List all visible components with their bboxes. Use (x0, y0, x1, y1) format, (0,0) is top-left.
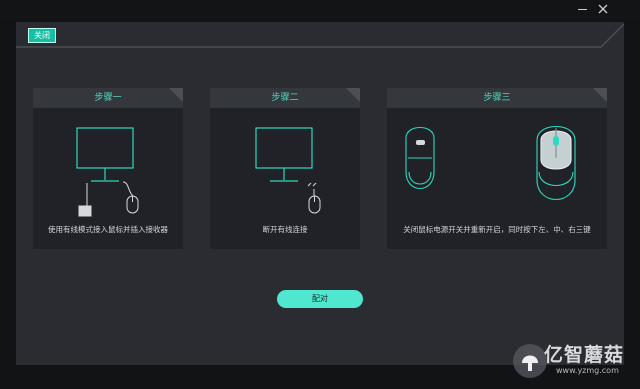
pair-button[interactable]: 配对 (277, 290, 363, 308)
mouse-icon (122, 181, 139, 214)
step-title-3: 步骤三 (387, 88, 607, 108)
step-caption-1: 使用有线模式接入鼠标并插入接收器 (48, 225, 168, 234)
watermark-url: www.yzmg.com (556, 366, 619, 375)
usb-receiver-icon (78, 183, 92, 217)
step-card-3: 步骤三 关闭鼠标电源开关并重新开启，同时按下左、中、右三键 (387, 88, 607, 249)
wired-mouse-icon (307, 182, 321, 214)
pairing-dialog: 关闭 步骤一 使用有线模式接入鼠标并插入接收器 步骤二 断开有线连接 步骤三 关… (16, 22, 624, 365)
mouse-bottom-view-icon (405, 126, 435, 189)
close-tab-button[interactable]: 关闭 (28, 28, 56, 43)
monitor-icon (255, 127, 313, 182)
step-card-1: 步骤一 使用有线模式接入鼠标并插入接收器 (33, 88, 183, 249)
card-corner-decoration (346, 88, 360, 102)
step-illustration-3 (405, 126, 576, 201)
step-title-1: 步骤一 (33, 88, 183, 108)
step-caption-2: 断开有线连接 (262, 225, 308, 234)
step-caption-3: 关闭鼠标电源开关并重新开启，同时按下左、中、右三键 (403, 225, 591, 234)
watermark-name: 亿智蘑菇 (544, 344, 625, 366)
window-titlebar (0, 0, 640, 20)
step-title-2: 步骤二 (210, 88, 360, 108)
card-corner-decoration (169, 88, 183, 102)
mouse-top-view-icon (536, 126, 576, 201)
step-illustration-1 (76, 127, 139, 217)
monitor-icon (76, 127, 134, 182)
minimize-icon[interactable] (578, 9, 587, 10)
close-icon[interactable] (596, 2, 610, 16)
card-corner-decoration (593, 88, 607, 102)
step-illustration-2 (255, 127, 321, 214)
step-card-2: 步骤二 断开有线连接 (210, 88, 360, 249)
